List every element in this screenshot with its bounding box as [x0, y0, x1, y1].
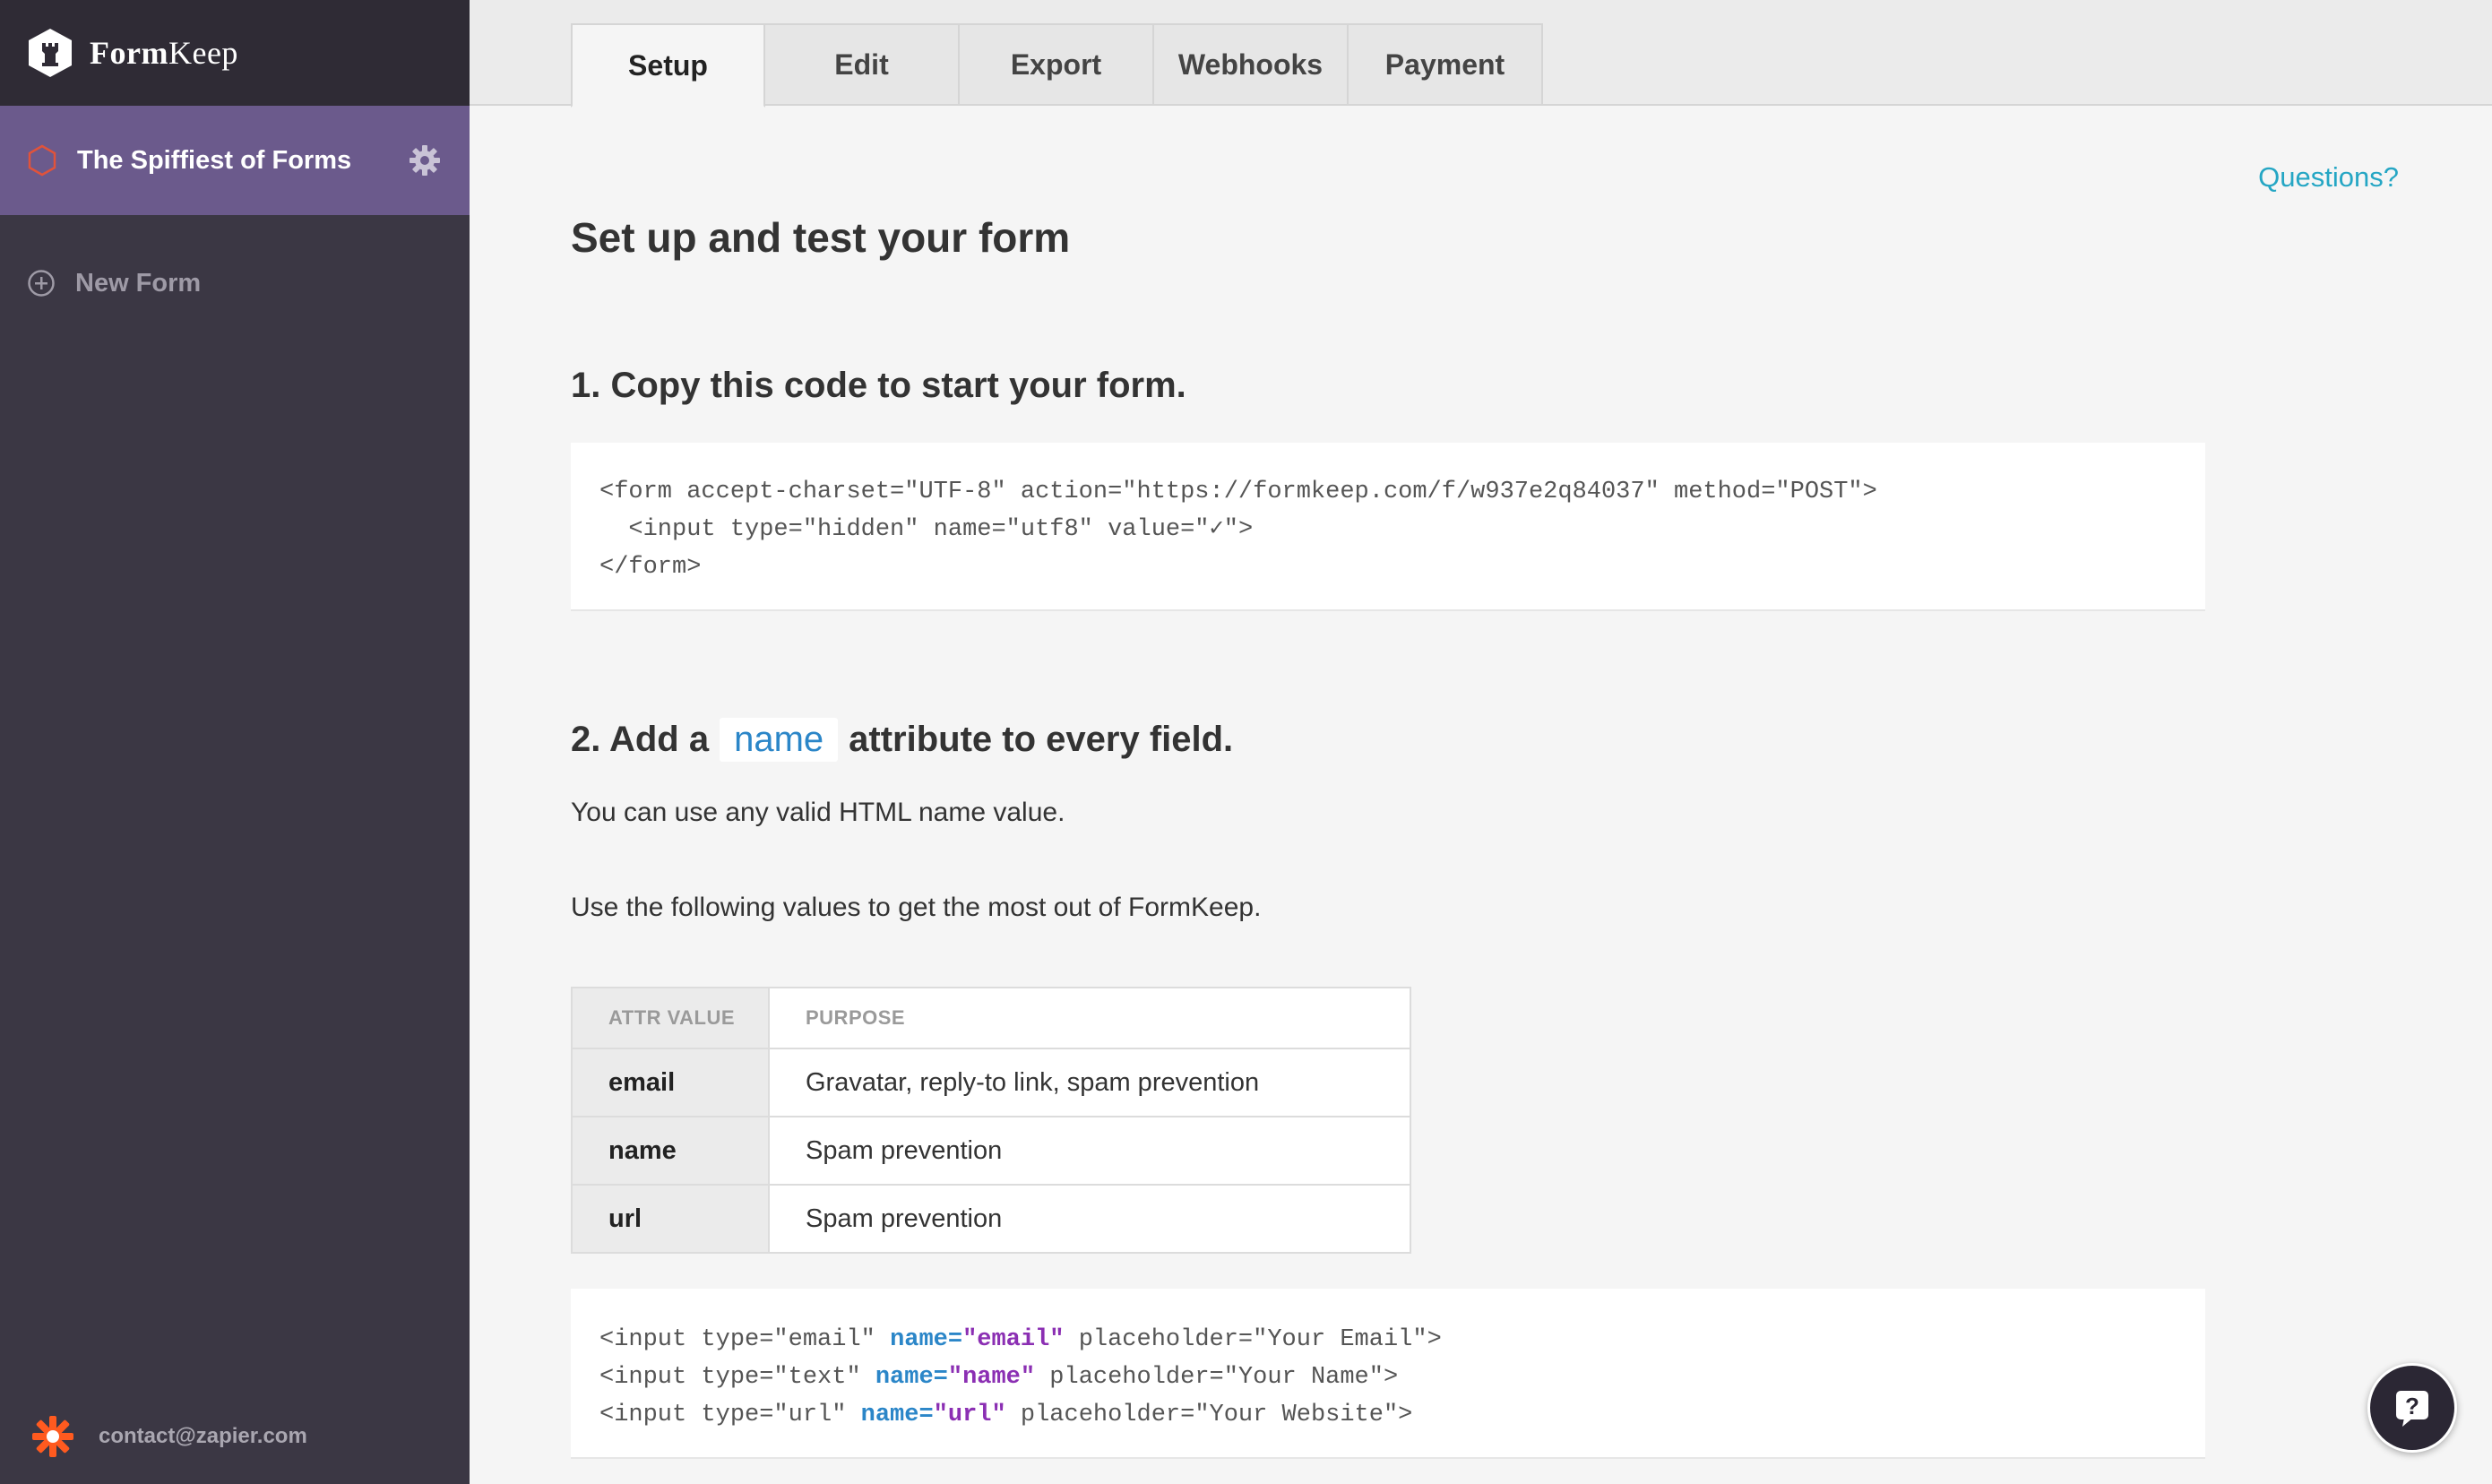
code-line: <input type="email" name="email" placeho… [599, 1321, 2177, 1359]
step2-prefix: 2. Add a [571, 720, 710, 759]
sidebar-item-label: The Spiffiest of Forms [77, 145, 352, 175]
logo-text: FormKeep [90, 35, 238, 71]
attr-values-table: ATTR VALUE PURPOSE email Gravatar, reply… [571, 987, 1411, 1254]
svg-text:?: ? [2405, 1393, 2419, 1419]
table-row: name Spam prevention [572, 1117, 1410, 1186]
name-value-note: You can use any valid HTML name value. [571, 798, 1065, 827]
code-token-attr: name= [875, 1364, 948, 1391]
page-title: Set up and test your form [571, 214, 1071, 261]
code-line: <form accept-charset="UTF-8" action="htt… [599, 479, 1877, 505]
gear-icon[interactable] [409, 144, 441, 177]
code-token: <input type="email" [599, 1326, 891, 1353]
tab-edit[interactable]: Edit [765, 23, 960, 106]
user-account[interactable]: contact@zapier.com [30, 1414, 307, 1459]
code-token: placeholder="Your Name"> [1035, 1364, 1399, 1391]
tab-export[interactable]: Export [960, 23, 1154, 106]
form-code-block[interactable]: <form accept-charset="UTF-8" action="htt… [571, 443, 2205, 611]
tab-bar: Setup Edit Export Webhooks Payment [470, 0, 2492, 108]
tab-setup[interactable]: Setup [571, 23, 765, 108]
table-row: url Spam prevention [572, 1185, 1410, 1254]
step2-suffix: attribute to every field. [849, 720, 1234, 759]
logo-bar[interactable]: FormKeep [0, 0, 470, 106]
attr-value-cell: email [572, 1048, 770, 1117]
hexagon-icon [28, 144, 56, 177]
help-chat-button[interactable]: ? [2367, 1363, 2457, 1453]
column-header-attr-value: ATTR VALUE [572, 988, 770, 1049]
help-icon: ? [2396, 1391, 2428, 1427]
tab-payment[interactable]: Payment [1349, 23, 1543, 106]
code-token-attr: name= [890, 1326, 963, 1353]
code-token: placeholder="Your Email"> [1064, 1326, 1442, 1353]
code-token-value: "email" [962, 1326, 1065, 1353]
table-row: email Gravatar, reply-to link, spam prev… [572, 1048, 1410, 1117]
formkeep-logo-icon [29, 29, 72, 77]
sidebar: FormKeep The Spiffiest of Forms New Form… [0, 0, 470, 1484]
code-line: </form> [599, 554, 702, 581]
new-form-label: New Form [75, 268, 202, 298]
attr-value-cell: name [572, 1117, 770, 1186]
tabs: Setup Edit Export Webhooks Payment [571, 23, 1543, 108]
sidebar-item-current-form[interactable]: The Spiffiest of Forms [0, 106, 470, 215]
code-token-value: "name" [947, 1364, 1036, 1391]
plus-circle-icon [28, 270, 55, 297]
step2-heading: 2. Add a name attribute to every field. [571, 718, 1233, 762]
recommended-values-note: Use the following values to get the most… [571, 893, 1262, 922]
input-examples-code-block[interactable]: <input type="email" name="email" placeho… [571, 1289, 2205, 1459]
purpose-cell: Spam prevention [769, 1185, 1410, 1254]
new-form-button[interactable]: New Form [0, 263, 470, 303]
zapier-icon [32, 1416, 73, 1457]
column-header-purpose: PURPOSE [769, 988, 1410, 1049]
code-token: <input type="url" [599, 1402, 861, 1428]
table-header-row: ATTR VALUE PURPOSE [572, 988, 1410, 1049]
questions-link[interactable]: Questions? [2258, 161, 2399, 194]
code-token: placeholder="Your Website"> [1005, 1402, 1413, 1428]
code-token: <input type="text" [599, 1364, 875, 1391]
step1-heading: 1. Copy this code to start your form. [571, 366, 1186, 405]
code-line: <input type="url" name="url" placeholder… [599, 1396, 2177, 1434]
attr-value-cell: url [572, 1185, 770, 1254]
code-token-value: "url" [933, 1402, 1006, 1428]
purpose-cell: Gravatar, reply-to link, spam prevention [769, 1048, 1410, 1117]
purpose-cell: Spam prevention [769, 1117, 1410, 1186]
code-token-attr: name= [860, 1402, 934, 1428]
code-line: <input type="hidden" name="utf8" value="… [599, 516, 1254, 543]
user-email: contact@zapier.com [99, 1424, 307, 1448]
tab-webhooks[interactable]: Webhooks [1154, 23, 1349, 106]
code-line: <input type="text" name="name" placehold… [599, 1359, 2177, 1396]
name-attribute-chip: name [720, 718, 839, 762]
